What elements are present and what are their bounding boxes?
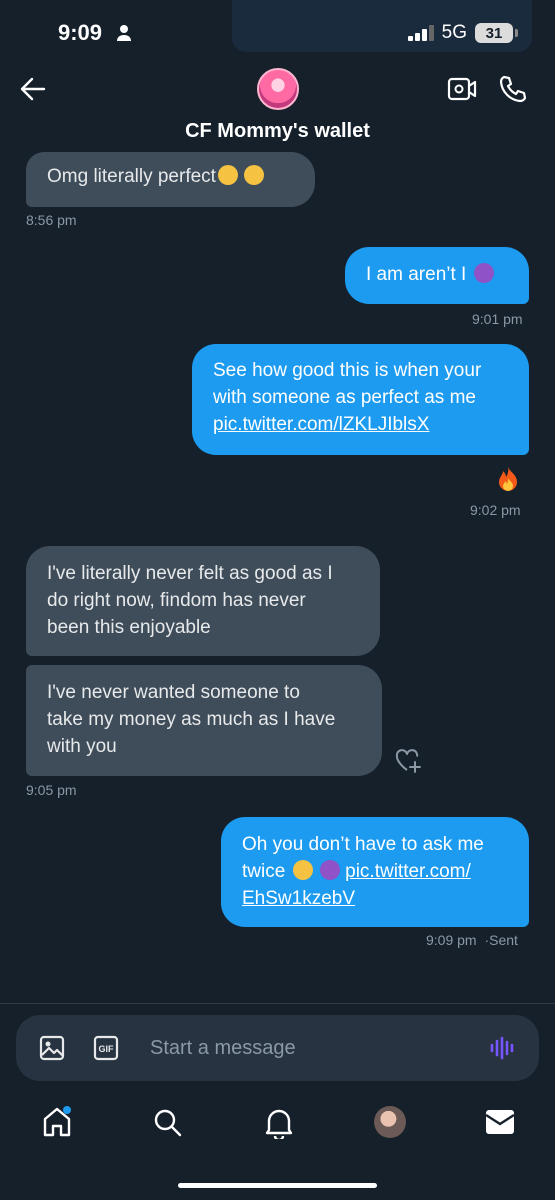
composer-divider (0, 1003, 555, 1004)
message-text-line: with someone as perfect as me (213, 387, 476, 408)
add-reaction-icon[interactable] (394, 748, 422, 774)
message-bubble-outgoing[interactable]: I am aren’t I (345, 247, 529, 304)
profile-avatar[interactable] (374, 1106, 406, 1138)
contact-avatar[interactable] (257, 68, 299, 110)
status-time: 9:09 (58, 20, 103, 45)
conversation-title[interactable]: CF Mommy's wallet (0, 120, 555, 143)
message-timestamp: 9:02 pm (470, 502, 521, 518)
status-indicators: 5G 31 (407, 22, 518, 44)
dizzy-face-emoji (243, 165, 264, 185)
message-bubble-outgoing[interactable]: Oh you don’t have to ask me twice pic.tw… (221, 817, 529, 927)
message-timestamp: 9:05 pm (26, 782, 77, 798)
message-link[interactable]: EhSw1kzebV (242, 885, 508, 912)
svg-text:GIF: GIF (99, 1044, 115, 1054)
home-icon[interactable] (42, 1106, 72, 1138)
message-text-line: See how good this is when your (213, 360, 482, 381)
message-link[interactable]: pic.twitter.com/ (345, 861, 471, 882)
message-input[interactable]: Start a message (150, 1037, 296, 1060)
back-arrow-icon[interactable] (20, 76, 46, 102)
message-text: I am aren’t I (366, 264, 467, 285)
network-type: 5G (441, 22, 467, 43)
home-indicator[interactable] (178, 1183, 377, 1188)
message-text-line: been this enjoyable (47, 617, 211, 638)
bell-icon[interactable] (265, 1107, 293, 1139)
message-text-line: do right now, findom has never (47, 590, 306, 611)
phone-icon[interactable] (498, 74, 528, 104)
message-time: 9:09 pm (426, 932, 477, 948)
message-timestamp: 9:01 pm (472, 311, 523, 327)
message-text-line: Oh you don’t have to ask me (242, 834, 484, 855)
smiling-devil-emoji (319, 860, 340, 880)
kissing-face-emoji (292, 860, 313, 880)
voice-icon[interactable] (490, 1036, 516, 1060)
gif-icon[interactable]: GIF (93, 1035, 119, 1061)
message-text-line: I've never wanted someone to (47, 682, 300, 703)
video-call-icon[interactable] (447, 75, 477, 103)
message-bubble-outgoing[interactable]: See how good this is when your with some… (192, 344, 529, 455)
message-bubble-incoming[interactable]: Omg literally perfect (26, 152, 315, 207)
message-bubble-incoming[interactable]: I've literally never felt as good as I d… (26, 546, 380, 656)
smiling-devil-emoji (474, 263, 495, 283)
message-text: Omg literally perfect (47, 166, 216, 187)
person-icon (117, 25, 131, 41)
mail-icon[interactable] (485, 1109, 515, 1135)
message-text-line: take my money as much as I have (47, 709, 336, 730)
battery-indicator: 31 (475, 23, 518, 43)
message-status: ·Sent (484, 932, 518, 948)
message-text-line: with you (47, 736, 117, 757)
message-text: twice (242, 861, 286, 882)
fire-reaction-emoji[interactable] (496, 465, 520, 491)
dizzy-face-emoji (217, 165, 238, 185)
message-timestamp: 9:09 pm ·Sent (426, 932, 518, 948)
message-bubble-incoming[interactable]: I've never wanted someone to take my mon… (26, 665, 382, 776)
image-icon[interactable] (39, 1035, 65, 1061)
message-link[interactable]: pic.twitter.com/lZKLJIblsX (213, 411, 508, 438)
message-text-line: I've literally never felt as good as I (47, 563, 333, 584)
message-timestamp: 8:56 pm (26, 212, 77, 228)
signal-icon (407, 25, 434, 41)
search-icon[interactable] (153, 1108, 183, 1138)
